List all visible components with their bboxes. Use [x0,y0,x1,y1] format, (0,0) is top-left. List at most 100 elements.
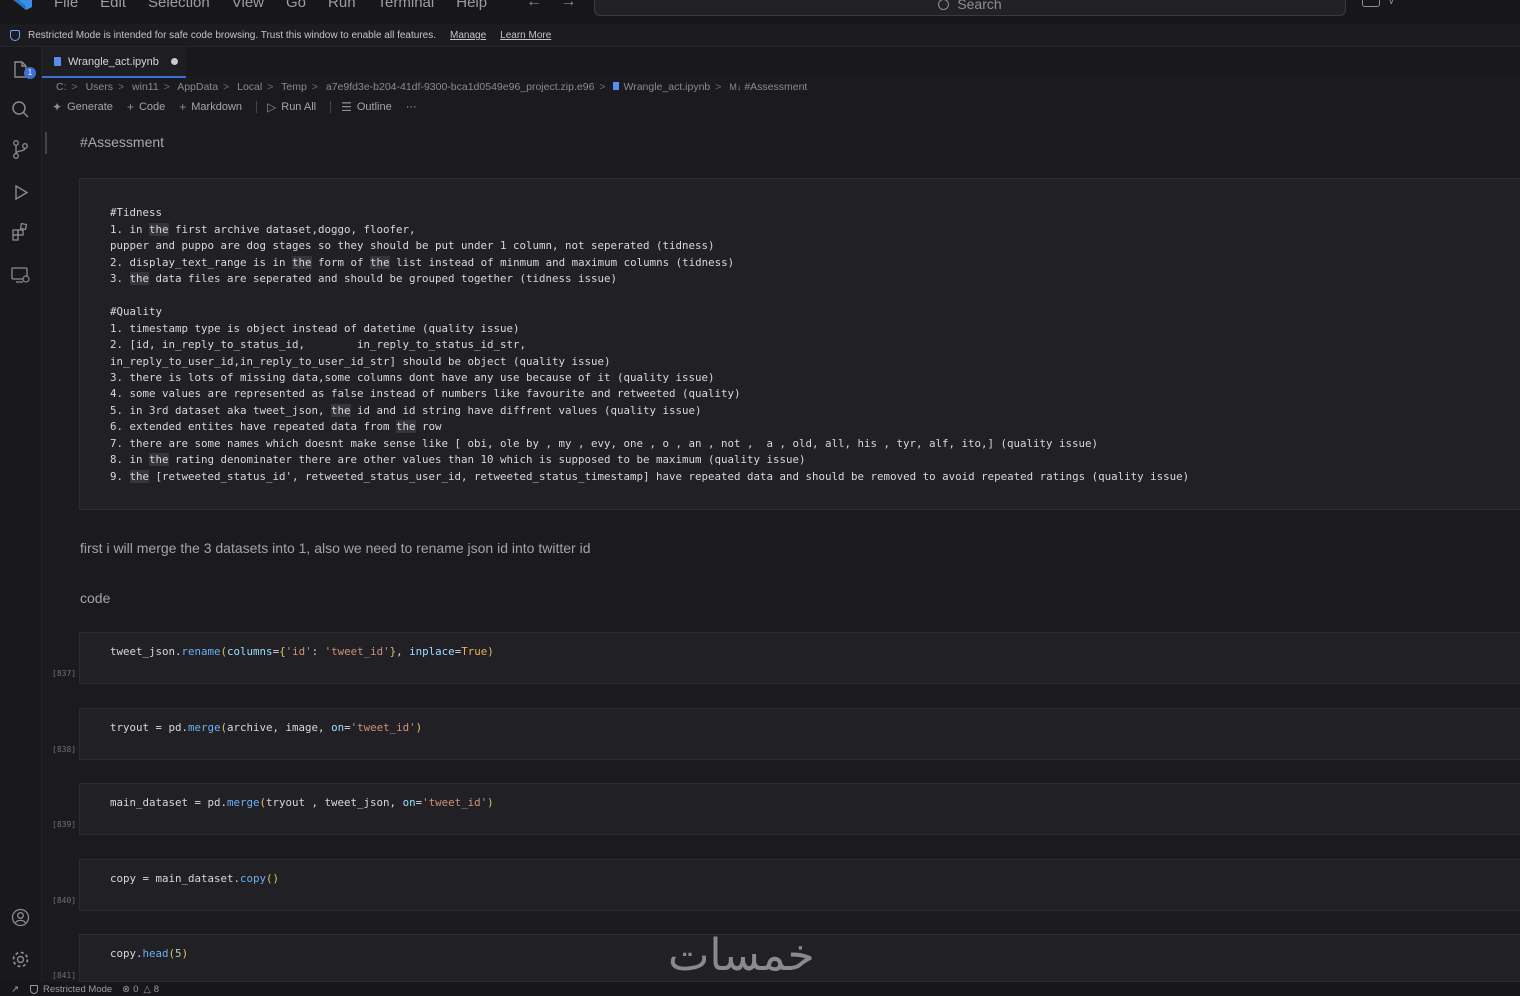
add-markdown-button[interactable]: + Markdown [179,100,242,114]
remote-explorer-icon[interactable] [10,264,31,285]
notebook-toolbar: ✦ Generate + Code + Markdown ▷ Run All ☰ Outl… [52,100,431,114]
toolbar-divider [330,101,332,113]
forward-arrow-icon[interactable]: → [560,0,576,10]
breadcrumb: C: > Users > win11 > AppData > Local > Temp > … [56,81,808,93]
code-line: 9. the [retweeted_status_id', retweeted_… [110,469,1190,483]
error-count: 0 [133,983,139,995]
menu-file[interactable]: File [54,0,78,11]
notebook-file-icon [54,57,61,66]
more-actions-button[interactable]: ··· [406,101,417,113]
remote-indicator-icon[interactable]: ↗ [0,984,30,995]
status-bar: ↗ Restricted Mode ⊗ 0 △ 8 [0,982,1520,996]
code-label-cell[interactable]: code [80,590,110,606]
code-line: 3. there is lots of missing data,some co… [110,370,715,384]
restricted-mode-label: Restricted Mode [43,983,113,995]
code-line: 4. some values are represented as false … [110,387,741,401]
execution-count: [837] [52,669,77,678]
add-code-button[interactable]: + Code [127,100,165,114]
code-cell[interactable]: tryout = pd.merge(archive, image, on='tw… [79,708,1520,760]
problems-status[interactable]: ⊗ 0 △ 8 [122,984,159,995]
code-line: copy = main_dataset.copy() [110,872,280,885]
run-all-label: Run All [281,101,317,113]
manage-link[interactable]: Manage [450,30,486,41]
plus-icon: + [126,100,134,114]
code-label: Code [138,101,166,113]
code-line: pupper and puppo are dog stages so they … [110,239,715,253]
source-control-icon[interactable] [10,139,31,160]
run-all-icon: ▷ [267,100,277,114]
sparkle-icon: ✦ [52,100,63,114]
execution-count: [840] [52,896,77,905]
search-icon[interactable] [10,99,31,120]
activity-bar: 1 [0,47,42,982]
learn-more-link[interactable]: Learn More [500,30,551,41]
menu-bar: File Edit Selection View Go Run Terminal… [54,0,509,11]
vscode-logo-icon[interactable] [12,0,32,10]
back-arrow-icon[interactable]: ← [526,0,542,10]
breadcrumb-item[interactable]: a7e9fd3e-b204-41df-9300-bca1d0549e96_pro… [326,81,595,93]
search-label: Search [957,0,1002,12]
command-center-search[interactable]: Search [594,0,1346,16]
outline-button[interactable]: ☰ Outline [341,100,392,114]
breadcrumb-item[interactable]: Local [237,81,262,93]
code-line: 6. extended entites have repeated data f… [110,420,442,434]
account-icon[interactable] [10,907,31,928]
assessment-cell[interactable]: #Tidness 1. in the first archive dataset… [79,178,1520,510]
menu-selection[interactable]: Selection [148,0,210,11]
merge-note[interactable]: first i will merge the 3 datasets into 1… [80,540,590,556]
gear-icon[interactable] [10,949,31,970]
tab-title: Wrangle_act.ipynb [68,55,159,68]
khamsat-watermark: خمسات [668,930,815,981]
code-line: copy.head(5) [110,947,189,960]
notebook-file-icon [613,82,620,90]
breadcrumb-item[interactable]: C: [56,81,67,93]
code-cell[interactable]: main_dataset = pd.merge(tryout , tweet_j… [79,783,1520,835]
assessment-heading[interactable]: #Assessment [80,134,164,150]
breadcrumb-item[interactable]: Wrangle_act.ipynb [623,81,710,93]
menu-terminal[interactable]: Terminal [378,0,435,11]
explorer-badge: 1 [24,67,36,79]
menu-view[interactable]: View [232,0,264,11]
breadcrumb-item[interactable]: win11 [132,81,159,93]
code-cell[interactable]: copy = main_dataset.copy() [79,859,1520,911]
search-icon [938,0,950,10]
breadcrumb-item[interactable]: AppData [177,81,218,93]
restricted-mode-status[interactable]: Restricted Mode [30,984,112,995]
code-cell[interactable]: tweet_json.rename(columns={'id': 'tweet_… [79,632,1520,684]
outline-label: Outline [356,101,392,113]
code-line: #Quality [110,305,163,319]
menu-run[interactable]: Run [328,0,356,11]
code-line: #Tidness [110,206,163,220]
toolbar-divider [256,101,258,113]
plus-icon: + [179,100,187,114]
code-line: 3. the data files are seperated and shou… [110,272,618,286]
code-line: 7. there are some names which doesnt mak… [110,436,1099,450]
menu-go[interactable]: Go [286,0,306,11]
menu-help[interactable]: Help [456,0,487,11]
breadcrumb-item[interactable]: Users [86,81,113,93]
extensions-icon[interactable] [10,222,31,243]
generate-label: Generate [67,101,113,113]
execution-count: [839] [52,820,77,829]
warning-count: 8 [153,983,160,995]
title-bar: File Edit Selection View Go Run Terminal… [0,0,1520,24]
run-all-button[interactable]: ▷ Run All [267,100,316,114]
breadcrumb-item[interactable]: Temp [281,81,307,93]
code-line: tryout = pd.merge(archive, image, on='tw… [110,721,423,734]
list-icon: ☰ [341,100,352,114]
unsaved-dot-icon[interactable] [170,58,178,65]
cell-focus-indicator [45,132,47,154]
code-line: in_reply_to_user_id,in_reply_to_user_id_… [110,354,611,368]
run-debug-icon[interactable] [10,182,31,203]
chat-icon[interactable] [1362,0,1380,7]
chevron-down-icon[interactable]: ∨ [1388,0,1395,7]
generate-button[interactable]: ✦ Generate [52,100,113,114]
nav-arrows: ← → [526,0,590,11]
code-line: tweet_json.rename(columns={'id': 'tweet_… [110,645,494,658]
menu-edit[interactable]: Edit [100,0,126,11]
tab-wrangle-act[interactable]: Wrangle_act.ipynb [42,47,186,78]
code-line: 2. [id, in_reply_to_status_id, in_reply_… [110,338,527,352]
shield-icon [10,30,20,41]
shield-icon [30,984,38,994]
breadcrumb-item[interactable]: #Assessment [744,81,807,93]
